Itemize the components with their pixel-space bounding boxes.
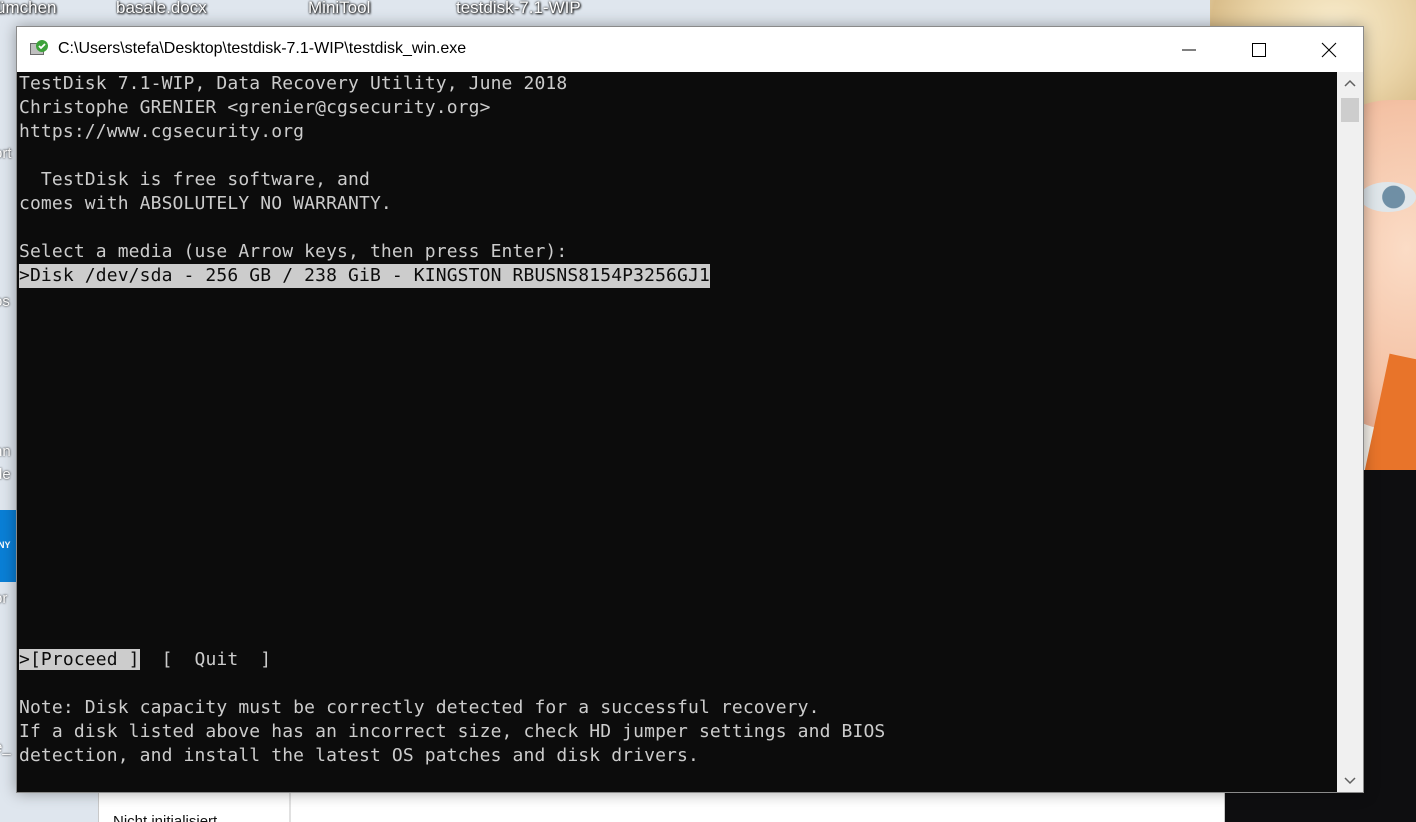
license-line: comes with ABSOLUTELY NO WARRANTY. bbox=[19, 193, 392, 214]
minimize-icon bbox=[1182, 49, 1196, 50]
desktop-label-fragment: ort bbox=[0, 145, 12, 162]
vertical-scrollbar[interactable] bbox=[1337, 72, 1363, 792]
minimize-button[interactable] bbox=[1154, 27, 1224, 72]
title-bar[interactable]: C:\Users\stefa\Desktop\testdisk-7.1-WIP\… bbox=[17, 27, 1363, 72]
media-item-selected[interactable]: >Disk /dev/sda - 256 GB / 238 GiB - KING… bbox=[19, 264, 710, 288]
header-line: https://www.cgsecurity.org bbox=[19, 121, 305, 142]
console-app-icon bbox=[30, 40, 48, 55]
background-window[interactable]: Nicht initialisiert bbox=[98, 790, 1225, 822]
chevron-down-icon bbox=[1344, 777, 1356, 785]
chevron-up-icon bbox=[1344, 79, 1356, 87]
quit-button[interactable]: [ Quit ] bbox=[162, 649, 272, 670]
desktop-label-fragment: e_ bbox=[0, 739, 11, 756]
desktop-label-fragment: os bbox=[0, 293, 10, 310]
terminal-output[interactable]: TestDisk 7.1-WIP, Data Recovery Utility,… bbox=[17, 72, 1337, 792]
action-menu: >[Proceed ] [ Quit ] bbox=[19, 648, 271, 672]
close-button[interactable] bbox=[1294, 27, 1364, 72]
desktop-icon-label[interactable]: MiniTool bbox=[308, 0, 370, 18]
scroll-thumb[interactable] bbox=[1341, 98, 1359, 122]
proceed-button[interactable]: >[Proceed ] bbox=[19, 649, 140, 670]
console-window[interactable]: C:\Users\stefa\Desktop\testdisk-7.1-WIP\… bbox=[16, 26, 1364, 793]
scroll-down-button[interactable] bbox=[1337, 770, 1363, 792]
pane-divider bbox=[289, 791, 291, 822]
note-line: detection, and install the latest OS pat… bbox=[19, 745, 699, 766]
license-line: TestDisk is free software, and bbox=[19, 169, 370, 190]
maximize-icon bbox=[1252, 42, 1266, 57]
desktop-label-fragment: hn bbox=[0, 443, 11, 460]
scroll-up-button[interactable] bbox=[1337, 72, 1363, 94]
media-prompt: Select a media (use Arrow keys, then pre… bbox=[19, 241, 568, 262]
desktop-label-fragment: or bbox=[0, 590, 8, 607]
note-line: Note: Disk capacity must be correctly de… bbox=[19, 697, 820, 718]
header-line: TestDisk 7.1-WIP, Data Recovery Utility,… bbox=[19, 73, 568, 94]
disk-status-label: Nicht initialisiert bbox=[113, 813, 218, 822]
desktop-icon-label[interactable]: basale.docx bbox=[116, 0, 207, 18]
desktop-icon-label[interactable]: ümchen bbox=[0, 0, 56, 18]
desktop-icon-label[interactable]: testdisk-7.1-WIP bbox=[456, 0, 581, 18]
desktop-app-tile[interactable]: NY bbox=[0, 510, 16, 582]
tile-label: NY bbox=[0, 540, 11, 550]
desktop-label-fragment: de bbox=[0, 466, 11, 483]
note-line: If a disk listed above has an incorrect … bbox=[19, 721, 886, 742]
window-title: C:\Users\stefa\Desktop\testdisk-7.1-WIP\… bbox=[58, 40, 467, 57]
close-icon bbox=[1321, 42, 1337, 57]
maximize-button[interactable] bbox=[1224, 27, 1294, 72]
header-line: Christophe GRENIER <grenier@cgsecurity.o… bbox=[19, 97, 491, 118]
